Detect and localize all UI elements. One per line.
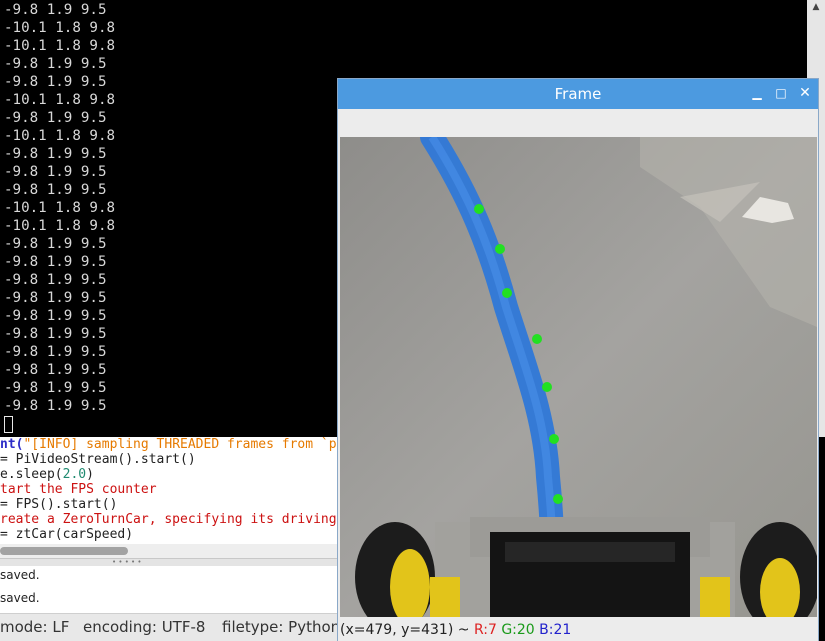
terminal-line: -9.8 1.9 9.5 (4, 2, 107, 18)
left-motor (430, 577, 460, 617)
minimize-icon[interactable]: ▁ (748, 84, 766, 102)
frame-window[interactable]: Frame ▁ □ ✕ (x=479, y=431) ~ R:7 G:20 B:… (337, 78, 819, 641)
code-line: = PiVideoStream().start() (0, 452, 196, 467)
terminal-cursor (4, 416, 13, 433)
terminal-lines: -9.8 1.9 9.5 -10.1 1.8 9.8 -10.1 1.8 9.8 -9… (4, 1, 115, 415)
code-line: = ztCar(carSpeed) (0, 527, 134, 542)
code-area[interactable]: nt("[INFO] sampling THREADED frames from… (0, 437, 338, 545)
terminal-line: -9.8 1.9 9.5 (4, 254, 107, 270)
terminal-line: -9.8 1.9 9.5 (4, 182, 107, 198)
terminal-line: -9.8 1.9 9.5 (4, 236, 107, 252)
terminal-line: -10.1 1.8 9.8 (4, 218, 116, 234)
terminal-line: -9.8 1.9 9.5 (4, 290, 107, 306)
code-line: = FPS().start() (0, 497, 118, 512)
terminal-line: -9.8 1.9 9.5 (4, 362, 107, 378)
camera-image[interactable] (340, 137, 817, 617)
scroll-up-arrow-icon[interactable]: ▲ (807, 0, 825, 14)
track-point (542, 382, 552, 392)
code-line: nt("[INFO] sampling THREADED frames from… (0, 437, 337, 452)
terminal-line: -9.8 1.9 9.5 (4, 74, 107, 90)
terminal-line: -9.8 1.9 9.5 (4, 308, 107, 324)
window-titlebar[interactable]: Frame ▁ □ ✕ (338, 79, 818, 109)
window-title: Frame (554, 85, 602, 103)
terminal-line: -9.8 1.9 9.5 (4, 326, 107, 342)
track-point (532, 334, 542, 344)
track-point (495, 244, 505, 254)
terminal-line: -9.8 1.9 9.5 (4, 380, 107, 396)
terminal-line: -10.1 1.8 9.8 (4, 200, 116, 216)
frame-toolbar (338, 109, 818, 137)
code-comment: tart the FPS counter (0, 482, 157, 497)
encoding-status[interactable]: encoding: UTF-8 (83, 618, 205, 636)
message-panel: saved. saved. (0, 566, 338, 610)
terminal-line: -10.1 1.8 9.8 (4, 20, 116, 36)
editor-statusbar: mode: LF encoding: UTF-8 filetype: Pytho… (0, 613, 338, 641)
track-point (549, 434, 559, 444)
track-point (502, 288, 512, 298)
code-line: e.sleep(2.0) (0, 467, 94, 482)
pixel-readout: (x=479, y=431) ~ R:7 G:20 B:21 (340, 622, 572, 638)
terminal-line: -9.8 1.9 9.5 (4, 164, 107, 180)
terminal-line: -9.8 1.9 9.5 (4, 344, 107, 360)
scrollbar-thumb[interactable] (0, 547, 128, 555)
terminal-line: -9.8 1.9 9.5 (4, 398, 107, 414)
message-line: saved. (0, 568, 40, 582)
terminal-line: -10.1 1.8 9.8 (4, 92, 116, 108)
terminal-line: -10.1 1.8 9.8 (4, 128, 116, 144)
grip-handle-icon[interactable]: • • • • • (112, 559, 142, 566)
terminal-line: -9.8 1.9 9.5 (4, 146, 107, 162)
track-point (553, 494, 563, 504)
terminal-line: -9.8 1.9 9.5 (4, 110, 107, 126)
code-comment: reate a ZeroTurnCar, specifying its driv… (0, 512, 337, 527)
filetype-status[interactable]: filetype: Python (222, 618, 338, 636)
maximize-icon[interactable]: □ (772, 84, 790, 102)
track-point (474, 204, 484, 214)
battery-lid (505, 542, 675, 562)
terminal-line: -9.8 1.9 9.5 (4, 56, 107, 72)
message-line: saved. (0, 591, 40, 605)
horizontal-scrollbar[interactable] (0, 544, 338, 558)
line-ending-status[interactable]: mode: LF (0, 618, 69, 636)
code-editor[interactable]: nt("[INFO] sampling THREADED frames from… (0, 437, 338, 641)
frame-statusbar: (x=479, y=431) ~ R:7 G:20 B:21 (338, 619, 818, 641)
terminal-line: -9.8 1.9 9.5 (4, 272, 107, 288)
close-icon[interactable]: ✕ (796, 84, 814, 102)
terminal-line: -10.1 1.8 9.8 (4, 38, 116, 54)
right-motor (700, 577, 730, 617)
